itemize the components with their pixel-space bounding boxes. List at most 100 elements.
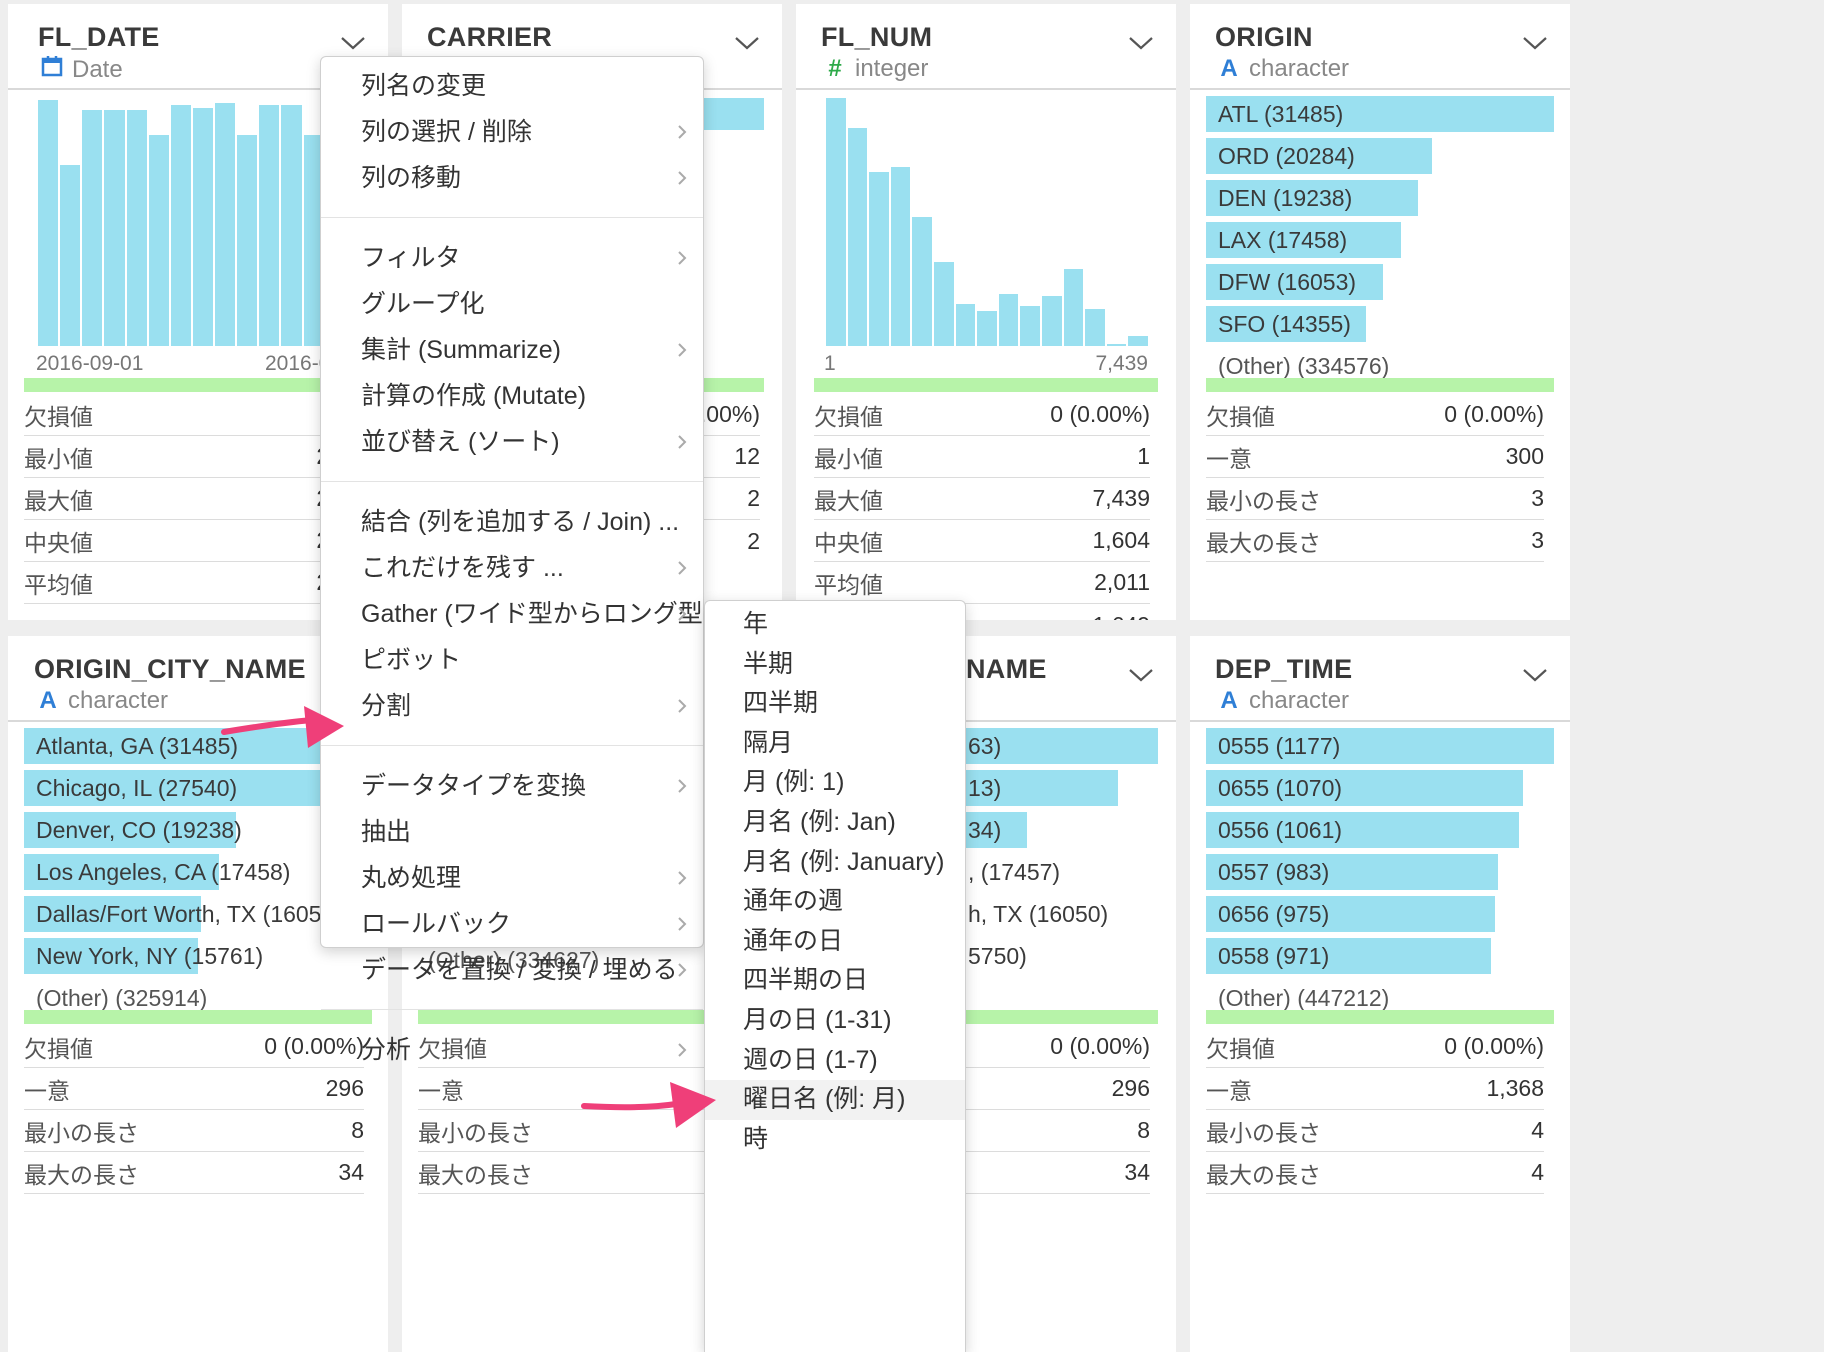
submenu-item[interactable]: 通年の日: [705, 922, 965, 962]
menu-item[interactable]: ロールバック: [321, 901, 703, 947]
stat-value: 34: [338, 1159, 364, 1185]
category-label: DFW (16053): [1218, 269, 1357, 295]
menu-item[interactable]: 列名の変更: [321, 63, 703, 109]
menu-item[interactable]: Gather (ワイド型からロング型へ): [321, 591, 736, 637]
stats-values: .00%) 12 2 2: [700, 394, 760, 562]
valid-ratio-bar: [814, 378, 1158, 392]
menu-item[interactable]: 計算の作成 (Mutate): [321, 373, 703, 419]
category-list: 0555 (1177) 0655 (1070) 0556 (1061) 0557 (9…: [1206, 728, 1554, 1016]
stat-label: 欠損値: [24, 1035, 93, 1062]
submenu-item[interactable]: 週の日 (1-7): [705, 1041, 965, 1081]
column-card-origin: ORIGIN A character ATL (31485) ORD (20284…: [1190, 4, 1570, 620]
stat-row: 欠損値 0 (0.00%): [24, 1026, 364, 1068]
submenu-item-label: 通年の日: [743, 926, 844, 955]
histogram-bar: [890, 167, 911, 346]
chevron-right-icon: [678, 125, 687, 139]
stat-label: 最小の長さ: [418, 1119, 533, 1146]
column-name: FL_DATE: [38, 22, 160, 52]
menu-item-label: 並び替え (ソート): [361, 428, 560, 456]
valid-ratio-bar: [702, 378, 764, 392]
menu-item[interactable]: データを置換 / 変換 / 埋める: [321, 947, 703, 993]
category-label: 0558 (971): [1218, 943, 1330, 969]
histogram-bar: [1063, 269, 1084, 346]
list-item: DFW (16053): [1206, 264, 1554, 300]
menu-item[interactable]: 抽出: [321, 809, 703, 855]
column-type-label: integer: [855, 55, 929, 82]
list-item: DEN (19238): [1206, 180, 1554, 216]
chevron-down-icon[interactable]: [340, 34, 366, 52]
submenu-item[interactable]: 月の日 (1-31): [705, 1001, 965, 1041]
stat-row: 34: [966, 1152, 1150, 1194]
chevron-right-icon: [678, 343, 687, 357]
stat-row: 296: [966, 1068, 1150, 1110]
menu-item[interactable]: データタイプを変換: [321, 763, 703, 809]
stat-label: 最大の長さ: [418, 1161, 533, 1188]
stat-row: 最小値 1: [814, 436, 1150, 478]
submenu-item[interactable]: 半期: [705, 645, 965, 685]
stat-value: 3: [1531, 527, 1544, 553]
menu-item[interactable]: 丸め処理: [321, 855, 703, 901]
submenu-item[interactable]: 隔月: [705, 724, 965, 764]
menu-item[interactable]: 並び替え (ソート): [321, 419, 703, 465]
menu-item[interactable]: グループ化: [321, 281, 703, 327]
stat-row: .00%): [700, 394, 760, 436]
stat-row: 最大の長さ 4: [1206, 1152, 1544, 1194]
category-label: 0656 (975): [1218, 901, 1330, 927]
menu-item[interactable]: 分析: [321, 1027, 703, 1073]
chevron-down-icon[interactable]: [734, 34, 760, 52]
menu-item[interactable]: 列の選択 / 削除: [321, 109, 703, 155]
hash-icon: #: [828, 55, 842, 82]
histogram-bar: [977, 311, 997, 346]
chevron-right-icon: [678, 561, 687, 575]
menu-item[interactable]: ピボット: [321, 637, 703, 683]
submenu-item[interactable]: 四半期: [705, 684, 965, 724]
submenu-item[interactable]: 年: [705, 605, 965, 645]
column-type: # integer: [821, 55, 928, 83]
stat-label: 一意: [1206, 445, 1252, 472]
stat-value: 0 (0.00%): [1050, 401, 1150, 427]
stat-value: 1: [1137, 443, 1150, 469]
menu-item-label: データを置換 / 変換 / 埋める: [361, 956, 678, 984]
submenu-item[interactable]: 時: [705, 1120, 965, 1160]
submenu-item[interactable]: 曜日名 (例: 月): [705, 1080, 965, 1120]
category-label: 34): [968, 817, 1002, 843]
column-name: DEP_TIME: [1215, 654, 1353, 684]
stat-value: 8: [351, 1117, 364, 1143]
submenu-item-label: 月 (例: 1): [743, 768, 845, 797]
chevron-down-icon[interactable]: [1522, 666, 1548, 684]
chevron-right-icon: [678, 607, 687, 621]
histogram-bar: [1042, 296, 1062, 346]
menu-item[interactable]: これだけを残す ...: [321, 545, 703, 591]
histogram-bar: [826, 98, 846, 346]
chevron-down-icon[interactable]: [1522, 34, 1548, 52]
histogram-bar: [60, 164, 81, 346]
category-label: 0655 (1070): [1218, 775, 1343, 801]
menu-item[interactable]: 集計 (Summarize): [321, 327, 703, 373]
chevron-down-icon[interactable]: [1128, 34, 1154, 52]
submenu-item[interactable]: 月 (例: 1): [705, 763, 965, 803]
stat-label: 平均値: [814, 571, 883, 598]
valid-ratio-bar: [966, 1010, 1158, 1024]
stat-row: 2: [702, 520, 760, 562]
menu-separator: [321, 481, 703, 482]
stat-label: 欠損値: [1206, 1035, 1275, 1062]
column-name: CARRIER: [427, 22, 553, 52]
submenu-item-label: 時: [743, 1124, 769, 1153]
menu-item[interactable]: 列の移動: [321, 155, 703, 201]
submenu-item[interactable]: 四半期の日: [705, 961, 965, 1001]
submenu-item[interactable]: 月名 (例: January): [705, 843, 965, 883]
menu-item[interactable]: 分割: [321, 683, 703, 729]
menu-item[interactable]: 結合 (列を追加する / Join) ...: [321, 499, 703, 545]
submenu-item[interactable]: 月名 (例: Jan): [705, 803, 965, 843]
menu-separator: [321, 1009, 703, 1010]
menu-item-label: 結合 (列を追加する / Join) ...: [361, 508, 680, 536]
menu-item-label: 列名の変更: [361, 72, 487, 100]
chevron-down-icon[interactable]: [1128, 666, 1154, 684]
stat-value: 2: [747, 485, 760, 511]
stat-label: 最小値: [814, 445, 883, 472]
stat-row: 一意 296: [24, 1068, 364, 1110]
category-label: 5750): [968, 943, 1027, 969]
menu-item[interactable]: フィルタ: [321, 235, 703, 281]
annotation-arrow-icon: [221, 706, 344, 748]
submenu-item[interactable]: 通年の週: [705, 882, 965, 922]
